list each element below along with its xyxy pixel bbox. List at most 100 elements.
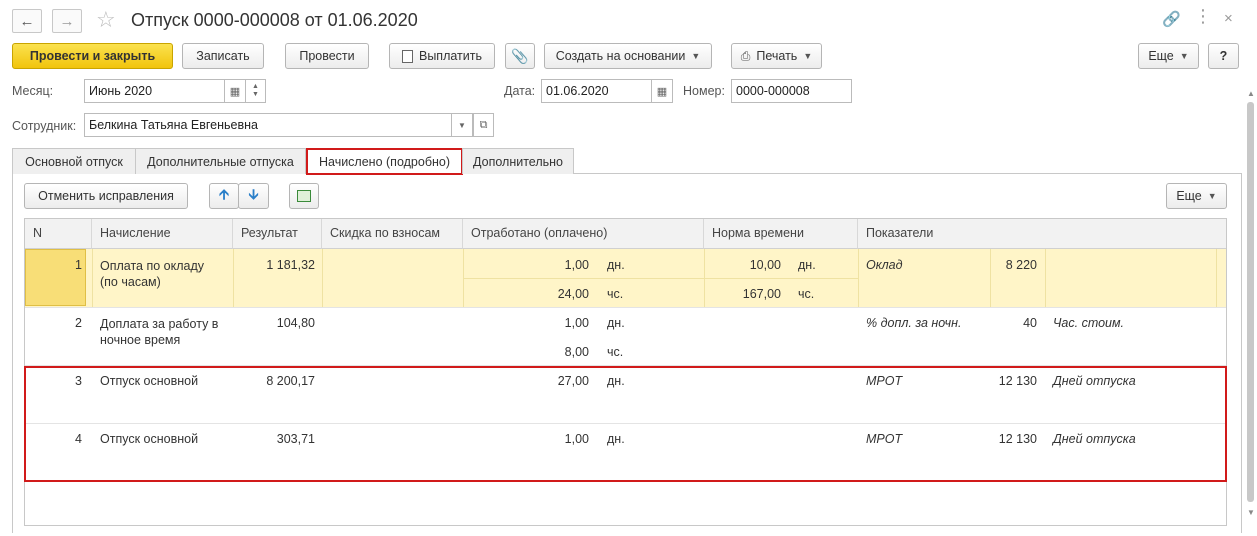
page-title: Отпуск 0000-000008 от 01.06.2020 bbox=[131, 10, 418, 30]
arrow-up-icon: 🡩 bbox=[218, 186, 230, 202]
panel-more-label: Еще bbox=[1176, 189, 1202, 203]
stepper-up-icon: ▲ bbox=[252, 83, 259, 90]
worked-unit: чс. bbox=[607, 287, 624, 301]
more-menu-icon[interactable]: ⋮ bbox=[1194, 6, 1212, 27]
employee-open-button[interactable]: ⧉ bbox=[473, 113, 494, 137]
post-button[interactable]: Провести bbox=[285, 43, 369, 69]
month-label: Месяц: bbox=[12, 84, 54, 98]
tab-additional[interactable]: Дополнительно bbox=[462, 148, 574, 174]
print-button[interactable]: ⎙ Печать ▼ bbox=[731, 43, 822, 69]
norm-unit: чс. bbox=[798, 287, 815, 301]
link-icon[interactable]: 🔗 bbox=[1162, 10, 1181, 28]
tab-label: Дополнительно bbox=[473, 154, 563, 169]
tab-label: Начислено (подробно) bbox=[318, 154, 450, 169]
post-label: Провести bbox=[299, 49, 355, 63]
column-header-accrual[interactable]: Начисление bbox=[92, 219, 233, 249]
post-and-close-button[interactable]: Провести и закрыть bbox=[12, 43, 173, 69]
favorite-star-icon[interactable]: ☆ bbox=[96, 7, 116, 33]
document-icon bbox=[401, 49, 413, 63]
save-button[interactable]: Записать bbox=[182, 43, 264, 69]
tab-main-vacation[interactable]: Основной отпуск bbox=[12, 148, 136, 174]
indicator-name: Оклад bbox=[866, 258, 903, 272]
worked-days: 1,00 bbox=[564, 258, 589, 272]
arrow-right-icon: → bbox=[59, 12, 75, 30]
close-icon[interactable]: × bbox=[1224, 10, 1233, 27]
table-add-icon bbox=[297, 190, 311, 202]
column-header-norm[interactable]: Норма времени bbox=[704, 219, 858, 249]
move-up-button[interactable]: 🡩 bbox=[209, 183, 239, 209]
worked-hours: 8,00 bbox=[564, 345, 589, 359]
help-label: ? bbox=[1219, 49, 1228, 63]
chevron-down-icon: ▼ bbox=[803, 51, 813, 61]
calendar-button[interactable]: ▦ bbox=[224, 79, 246, 103]
norm-unit: дн. bbox=[798, 258, 816, 272]
more-button[interactable]: Еще ▼ bbox=[1138, 43, 1199, 69]
highlight-box bbox=[24, 366, 1227, 482]
month-stepper[interactable]: ▲ ▼ bbox=[245, 79, 266, 103]
employee-dropdown-button[interactable]: ▼ bbox=[451, 113, 473, 137]
column-header-worked[interactable]: Отработано (оплачено) bbox=[463, 219, 704, 249]
date-calendar-button[interactable]: ▦ bbox=[651, 79, 673, 103]
worked-unit: чс. bbox=[607, 345, 624, 359]
result-value: 1 181,32 bbox=[266, 258, 315, 272]
number-field[interactable]: 0000-000008 bbox=[731, 79, 852, 103]
employee-label: Сотрудник: bbox=[12, 119, 77, 133]
back-button[interactable]: ← bbox=[12, 9, 42, 33]
forward-button[interactable]: → bbox=[52, 9, 82, 33]
more-label: Еще bbox=[1148, 49, 1174, 63]
cancel-fixes-label: Отменить исправления bbox=[38, 189, 174, 203]
accrual-name: Оплата по окладу (по часам) bbox=[100, 259, 205, 289]
row-number: 1 bbox=[75, 258, 82, 272]
tab-accrued-detailed[interactable]: Начислено (подробно) bbox=[306, 148, 463, 175]
tab-label: Основной отпуск bbox=[25, 154, 123, 169]
arrow-left-icon: ← bbox=[19, 12, 35, 30]
column-header-discount[interactable]: Скидка по взносам bbox=[322, 219, 463, 249]
number-label: Номер: bbox=[683, 84, 725, 98]
scroll-down-icon[interactable]: ▼ bbox=[1247, 508, 1255, 517]
table-settings-button[interactable] bbox=[289, 183, 319, 209]
worked-unit: дн. bbox=[607, 258, 625, 272]
scrollbar[interactable] bbox=[1247, 102, 1254, 502]
open-window-icon: ⧉ bbox=[479, 118, 488, 131]
result-value: 104,80 bbox=[276, 316, 315, 330]
calendar-icon: ▦ bbox=[656, 85, 668, 98]
print-label: Печать bbox=[756, 49, 798, 63]
save-label: Записать bbox=[196, 49, 250, 63]
tab-label: Дополнительные отпуска bbox=[147, 154, 294, 169]
worked-days: 1,00 bbox=[564, 316, 589, 330]
indicator-value: 40 bbox=[1023, 316, 1037, 330]
column-header-result[interactable]: Результат bbox=[233, 219, 322, 249]
tab-additional-vacations[interactable]: Дополнительные отпуска bbox=[135, 148, 306, 174]
month-field[interactable]: Июнь 2020 bbox=[84, 79, 225, 103]
post-and-close-label: Провести и закрыть bbox=[29, 49, 156, 63]
chevron-down-icon: ▼ bbox=[1179, 51, 1189, 61]
employee-field[interactable]: Белкина Татьяна Евгеньевна bbox=[84, 113, 452, 137]
date-field[interactable]: 01.06.2020 bbox=[541, 79, 652, 103]
cancel-fixes-button[interactable]: Отменить исправления bbox=[24, 183, 188, 209]
panel-more-button[interactable]: Еще ▼ bbox=[1166, 183, 1227, 209]
indicator-value: 8 220 bbox=[1005, 258, 1037, 272]
date-label: Дата: bbox=[504, 84, 536, 98]
paperclip-icon: 📎 bbox=[511, 47, 529, 64]
help-button[interactable]: ? bbox=[1208, 43, 1239, 69]
norm-days: 10,00 bbox=[749, 258, 781, 272]
printer-icon: ⎙ bbox=[740, 48, 751, 63]
row-number: 2 bbox=[75, 316, 82, 330]
column-header-n[interactable]: N bbox=[25, 219, 92, 249]
attach-button[interactable]: 📎 bbox=[505, 43, 535, 69]
create-based-on-label: Создать на основании bbox=[555, 49, 686, 63]
move-down-button[interactable]: 🡫 bbox=[238, 183, 269, 209]
chevron-down-icon: ▼ bbox=[458, 120, 466, 130]
create-based-on-button[interactable]: Создать на основании ▼ bbox=[544, 43, 712, 69]
accrual-name: Доплата за работу в ночное время bbox=[100, 317, 219, 347]
column-header-indicators[interactable]: Показатели bbox=[858, 219, 1226, 249]
worked-hours: 24,00 bbox=[557, 287, 589, 301]
arrow-down-icon: 🡫 bbox=[248, 186, 259, 202]
pay-label: Выплатить bbox=[418, 49, 482, 63]
scroll-up-icon[interactable]: ▲ bbox=[1247, 89, 1255, 98]
stepper-down-icon: ▼ bbox=[252, 91, 259, 98]
indicator-name: % допл. за ночн. bbox=[866, 316, 962, 330]
norm-hours: 167,00 bbox=[742, 287, 781, 301]
pay-button[interactable]: Выплатить bbox=[389, 43, 495, 69]
worked-unit: дн. bbox=[607, 316, 625, 330]
